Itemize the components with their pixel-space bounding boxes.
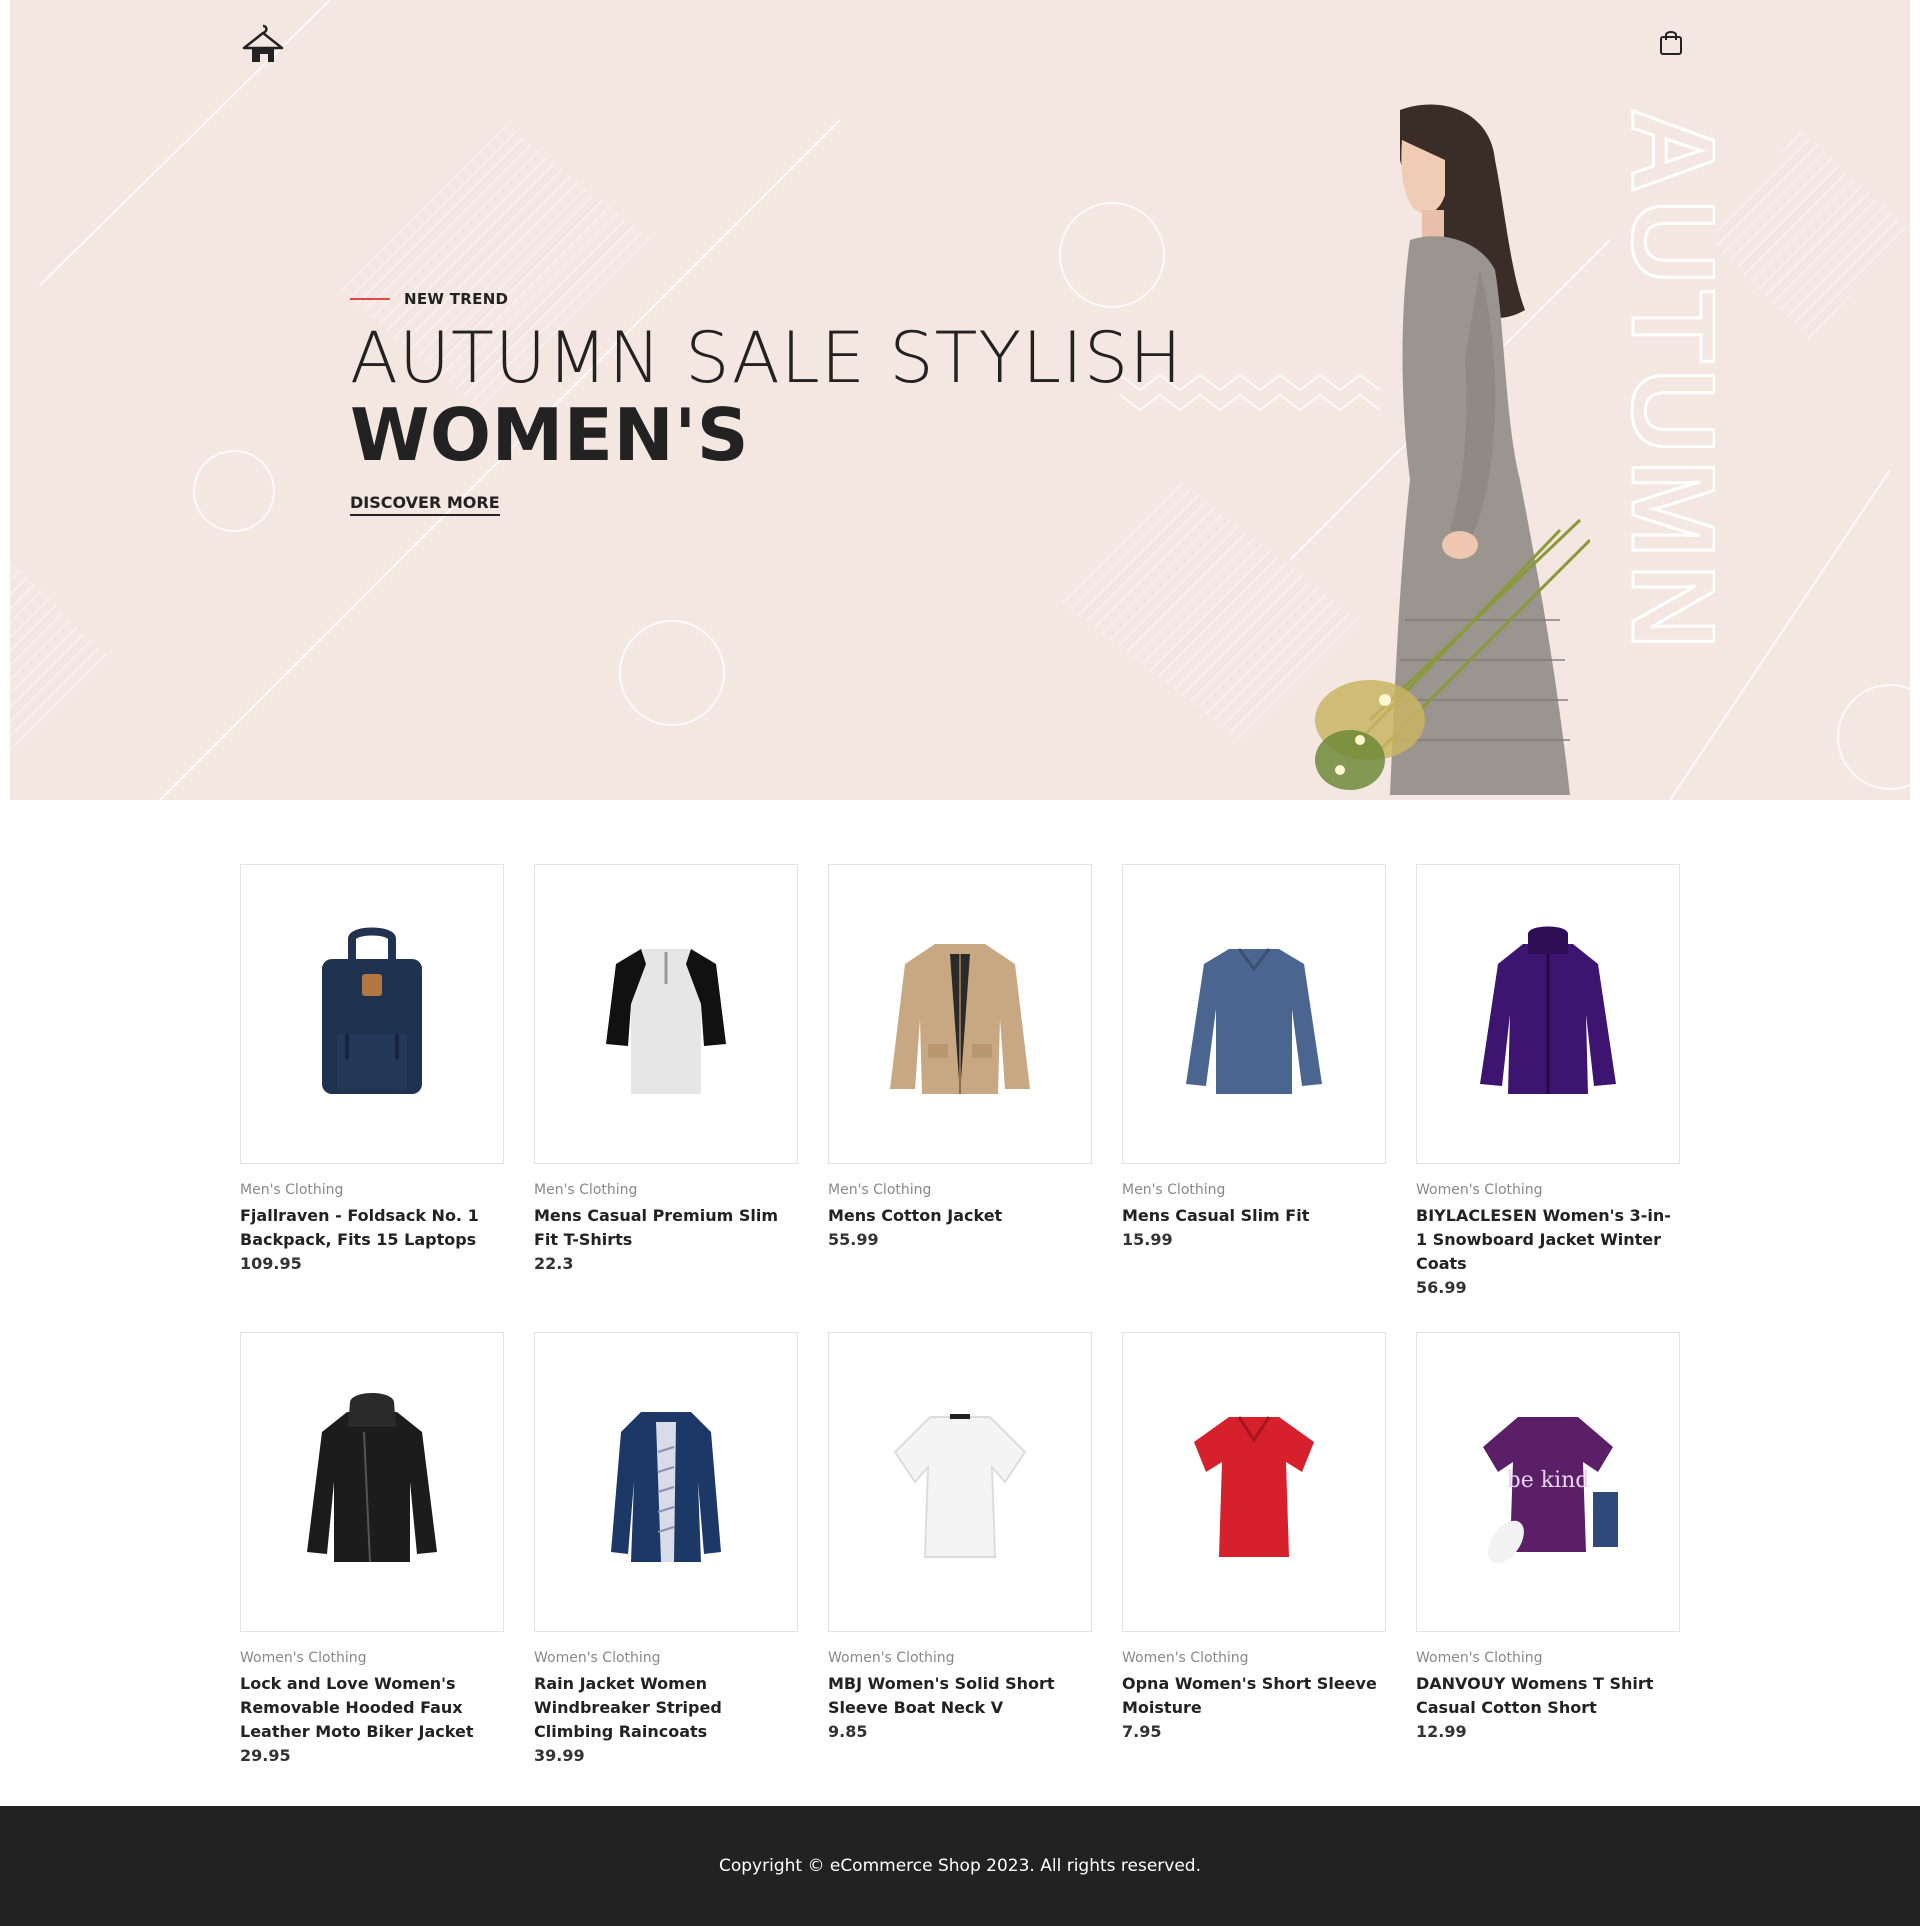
product-card[interactable]: Men's Clothing Mens Casual Premium Slim F… <box>534 864 798 1300</box>
product-image-frame[interactable]: be kind <box>1416 1332 1680 1632</box>
product-price: 56.99 <box>1416 1278 1467 1297</box>
product-price: 39.99 <box>534 1746 585 1765</box>
product-title[interactable]: DANVOUY Womens T Shirt Casual Cotton Sho… <box>1416 1672 1680 1720</box>
product-image-frame[interactable] <box>240 1332 504 1632</box>
red-tshirt-icon <box>1194 1416 1314 1557</box>
product-title[interactable]: MBJ Women's Solid Short Sleeve Boat Neck… <box>828 1672 1092 1720</box>
product-category: Men's Clothing <box>534 1182 638 1198</box>
snowboard-jacket-icon <box>1480 926 1616 1094</box>
leather-jacket-icon <box>307 1393 437 1563</box>
svg-text:AUTUMN: AUTUMN <box>1607 108 1715 655</box>
product-image-frame[interactable] <box>1122 1332 1386 1632</box>
autumn-vertical-text: AUTUMN <box>1606 108 1716 657</box>
product-card[interactable]: Women's Clothing Rain Jacket Women Windbr… <box>534 1332 798 1768</box>
product-title[interactable]: Rain Jacket Women Windbreaker Striped Cl… <box>534 1672 798 1744</box>
headline-bold: WOMEN'S <box>350 392 750 477</box>
product-title[interactable]: BIYLACLESEN Women's 3-in-1 Snowboard Jac… <box>1416 1204 1680 1276</box>
eyebrow-label: NEW TREND <box>404 290 509 308</box>
product-price: 7.95 <box>1122 1722 1162 1741</box>
product-grid: Men's Clothing Fjallraven - Foldsack No. … <box>240 864 1680 1768</box>
product-title[interactable]: Opna Women's Short Sleeve Moisture <box>1122 1672 1386 1720</box>
product-category: Women's Clothing <box>828 1650 955 1666</box>
headline-light: AUTUMN SALE STYLISH <box>350 317 1183 399</box>
backpack-icon <box>322 927 422 1094</box>
white-top-icon <box>893 1414 1027 1558</box>
shopping-bag-icon[interactable] <box>1656 28 1686 58</box>
product-card[interactable]: Men's Clothing Fjallraven - Foldsack No. … <box>240 864 504 1300</box>
model-image <box>1315 104 1590 795</box>
footer: Copyright © eCommerce Shop 2023. All rig… <box>0 1806 1920 1926</box>
product-title[interactable]: Mens Casual Premium Slim Fit T-Shirts <box>534 1204 798 1252</box>
product-card[interactable]: Men's Clothing Mens Cotton Jacket 55.99 <box>828 864 1092 1300</box>
product-title[interactable]: Fjallraven - Foldsack No. 1 Backpack, Fi… <box>240 1204 504 1252</box>
svg-text:be kind: be kind <box>1507 1468 1590 1493</box>
hero-text-block: NEW TREND AUTUMN SALE STYLISH WOMEN'S DI… <box>350 290 1183 516</box>
product-image-frame[interactable] <box>240 864 504 1164</box>
product-category: Men's Clothing <box>240 1182 344 1198</box>
product-price: 9.85 <box>828 1722 868 1741</box>
copyright-text: Copyright © eCommerce Shop 2023. All rig… <box>718 1856 1202 1876</box>
product-price: 12.99 <box>1416 1722 1467 1741</box>
product-image-frame[interactable] <box>1122 864 1386 1164</box>
rain-jacket-icon <box>611 1412 721 1562</box>
longsleeve-shirt-icon <box>1186 948 1322 1094</box>
product-card[interactable]: Women's Clothing Lock and Love Women's Re… <box>240 1332 504 1768</box>
product-card[interactable]: be kind Women's Clothing DANVOUY Womens T … <box>1416 1332 1680 1768</box>
product-image-frame[interactable] <box>534 1332 798 1632</box>
product-title[interactable]: Mens Cotton Jacket <box>828 1204 1092 1228</box>
product-card[interactable]: Women's Clothing MBJ Women's Solid Short … <box>828 1332 1092 1768</box>
product-category: Women's Clothing <box>240 1650 367 1666</box>
product-card[interactable]: Men's Clothing Mens Casual Slim Fit 15.99 <box>1122 864 1386 1300</box>
product-title[interactable]: Lock and Love Women's Removable Hooded F… <box>240 1672 504 1744</box>
hero-banner: AUTUMN NEW TREND AUTUMN SALE STYLISH WOM… <box>10 0 1910 800</box>
product-category: Men's Clothing <box>828 1182 932 1198</box>
eyebrow-accent-line <box>350 298 390 300</box>
product-card[interactable]: Women's Clothing Opna Women's Short Sleev… <box>1122 1332 1386 1768</box>
product-image-frame[interactable] <box>1416 864 1680 1164</box>
purple-tshirt-icon: be kind <box>1483 1417 1618 1564</box>
product-price: 29.95 <box>240 1746 291 1765</box>
raglan-tshirt-icon <box>606 949 726 1094</box>
product-category: Women's Clothing <box>534 1650 661 1666</box>
product-category: Women's Clothing <box>1416 1650 1543 1666</box>
product-title[interactable]: Mens Casual Slim Fit <box>1122 1204 1386 1228</box>
product-image-frame[interactable] <box>828 864 1092 1164</box>
product-category: Men's Clothing <box>1122 1182 1226 1198</box>
product-price: 109.95 <box>240 1254 302 1273</box>
product-price: 15.99 <box>1122 1230 1173 1249</box>
product-category: Women's Clothing <box>1416 1182 1543 1198</box>
discover-more-link[interactable]: DISCOVER MORE <box>350 493 500 516</box>
hanger-logo-icon[interactable] <box>240 22 286 68</box>
product-price: 55.99 <box>828 1230 879 1249</box>
product-card[interactable]: Women's Clothing BIYLACLESEN Women's 3-in… <box>1416 864 1680 1300</box>
product-category: Women's Clothing <box>1122 1650 1249 1666</box>
product-image-frame[interactable] <box>828 1332 1092 1632</box>
product-image-frame[interactable] <box>534 864 798 1164</box>
eyebrow: NEW TREND <box>350 290 1183 308</box>
product-price: 22.3 <box>534 1254 574 1273</box>
cotton-jacket-icon <box>890 944 1030 1094</box>
